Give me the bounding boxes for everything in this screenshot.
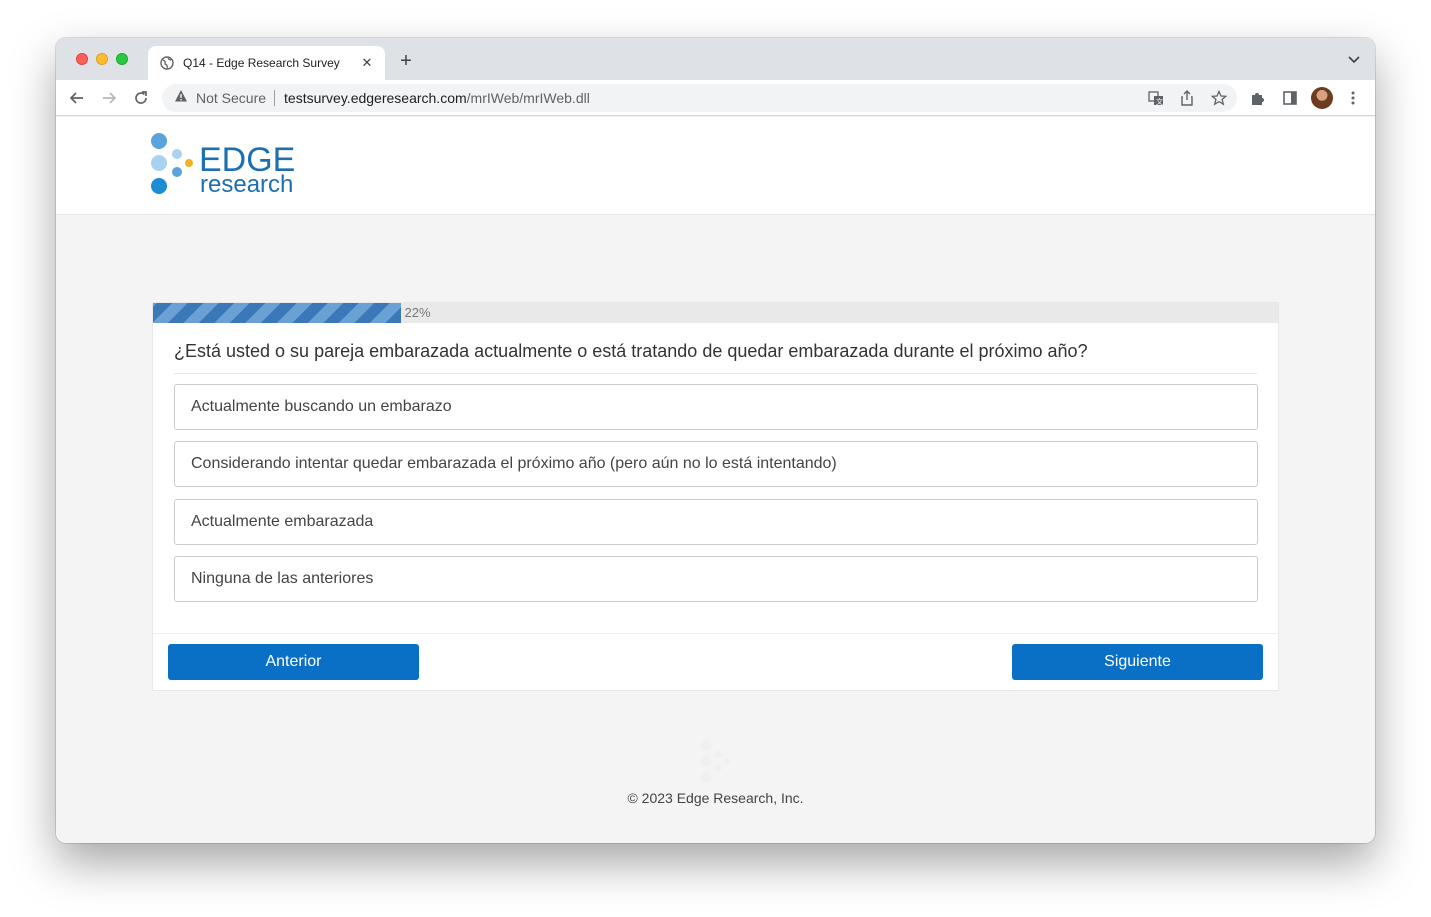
answer-option-3[interactable]: Actualmente embarazada [174,499,1258,545]
back-arrow-icon[interactable] [67,88,87,108]
progress-bar-fill [153,303,401,323]
question-text: ¿Está usted o su pareja embarazada actua… [174,341,1088,361]
url-host: testsurvey.edgeresearch.com [284,90,467,106]
reload-icon[interactable] [131,88,151,108]
share-icon[interactable] [1177,88,1197,108]
window-minimize-button[interactable] [96,53,108,65]
new-tab-button[interactable]: + [396,50,416,72]
answer-option-1[interactable]: Actualmente buscando un embarazo [174,384,1258,430]
address-bar[interactable]: Not Secure testsurvey.edgeresearch.com /… [162,84,1237,112]
side-panel-icon[interactable] [1280,88,1300,108]
tab-active[interactable]: Q14 - Edge Research Survey ✕ [148,46,385,80]
logo-word-research: research [200,171,294,198]
translate-icon[interactable]: 文 [1146,88,1166,108]
security-status-text[interactable]: Not Secure [196,90,266,106]
question-divider [174,373,1257,374]
answer-option-4[interactable]: Ninguna de las anteriores [174,556,1258,602]
menu-kebab-icon[interactable] [1343,88,1363,108]
page-content: EDGE research 22% ¿Está usted o su parej… [56,117,1375,843]
previous-button[interactable]: Anterior [168,644,419,680]
survey-card: 22% ¿Está usted o su pareja embarazada a… [152,302,1279,691]
window-maximize-button[interactable] [116,53,128,65]
edge-research-logo[interactable]: EDGE research [150,133,310,198]
browser-toolbar: Not Secure testsurvey.edgeresearch.com /… [56,80,1375,116]
progress-label: 22% [404,305,431,320]
progress-bar: 22% [153,303,1278,323]
next-button[interactable]: Siguiente [1012,644,1263,680]
warning-icon [174,89,188,108]
browser-window: Q14 - Edge Research Survey ✕ + Not Secur… [56,38,1375,843]
copyright-text: © 2023 Edge Research, Inc. [627,790,804,806]
answer-option-2[interactable]: Considerando intentar quedar embarazada … [174,441,1258,487]
profile-avatar[interactable] [1311,87,1333,109]
bookmark-star-icon[interactable] [1209,88,1229,108]
address-separator [274,90,276,106]
window-close-button[interactable] [76,53,88,65]
site-header: EDGE research [56,117,1375,215]
edge-watermark-icon [696,739,736,783]
globe-icon [160,56,174,70]
url-path: /mrIWeb/mrIWeb.dll [466,90,590,106]
forward-arrow-icon[interactable] [99,88,119,108]
extensions-puzzle-icon[interactable] [1248,88,1268,108]
tab-close-icon[interactable]: ✕ [359,55,375,71]
tab-strip: Q14 - Edge Research Survey ✕ + [56,38,1375,80]
nav-divider [153,633,1278,634]
svg-text:文: 文 [1156,97,1163,106]
tab-title: Q14 - Edge Research Survey [183,56,340,70]
tab-search-chevron-icon[interactable] [1347,52,1361,66]
